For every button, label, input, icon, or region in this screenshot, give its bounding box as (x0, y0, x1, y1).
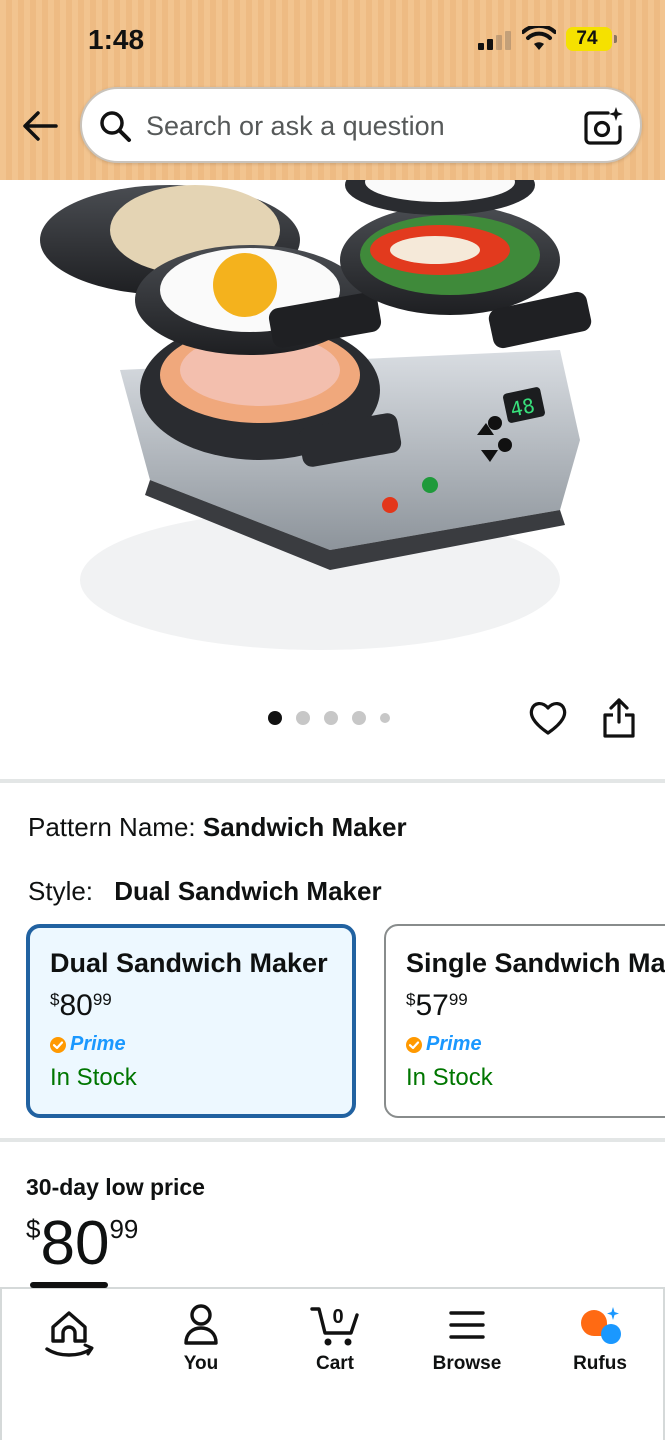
nav-label: Rufus (573, 1353, 627, 1374)
prime-badge: Prime (406, 1033, 665, 1056)
pattern-value: Sandwich Maker (202, 812, 407, 842)
style-label: Style: (28, 876, 94, 906)
search-bar[interactable] (80, 87, 642, 163)
image-carousel-dots[interactable] (268, 710, 390, 726)
nav-label: You (183, 1353, 219, 1374)
prime-badge: Prime (50, 1033, 328, 1056)
display-readout: 48 (508, 393, 537, 421)
back-arrow-icon[interactable] (20, 106, 60, 146)
carousel-dot[interactable] (352, 711, 366, 725)
wifi-icon (522, 26, 556, 50)
active-tab-indicator (30, 1282, 108, 1288)
option-price: $5799 (406, 989, 468, 1022)
share-icon[interactable] (600, 696, 638, 740)
product-page: 1:48 74 Search or ask a question 48 Patt… (0, 0, 665, 1440)
product-image[interactable]: 48 (0, 180, 665, 660)
style-option-dual[interactable]: Dual Sandwich Maker $8099 Prime In Stock (26, 924, 356, 1118)
option-name: Dual Sandwich Maker (50, 948, 328, 978)
product-price: $8099 (26, 1209, 139, 1278)
menu-icon (449, 1311, 485, 1339)
carousel-dot[interactable] (296, 711, 310, 725)
style-option-single[interactable]: Single Sandwich Maker $5799 Prime In Sto… (384, 924, 665, 1118)
prime-check-icon (50, 1036, 66, 1053)
home-icon (45, 1311, 94, 1357)
option-name: Single Sandwich Maker (406, 948, 665, 978)
price-label: 30-day low price (26, 1174, 205, 1200)
bottom-nav: You 0 Cart Browse Rufus (0, 1282, 665, 1440)
cell-signal-icon (478, 30, 514, 50)
carousel-dot[interactable] (268, 711, 282, 725)
carousel-dot[interactable] (380, 713, 390, 723)
section-divider (0, 1138, 665, 1142)
search-icon (100, 111, 131, 142)
pattern-name-row: Pattern Name: Sandwich Maker (28, 812, 407, 843)
battery-indicator: 74 (566, 27, 617, 51)
status-time: 1:48 (88, 24, 145, 55)
person-icon (184, 1304, 218, 1345)
carousel-dot[interactable] (324, 711, 338, 725)
stock-status: In Stock (406, 1064, 493, 1091)
rufus-icon (581, 1307, 621, 1344)
camera-search-icon[interactable] (582, 105, 624, 147)
style-value: Dual Sandwich Maker (114, 876, 382, 906)
pattern-label: Pattern Name: (28, 812, 196, 842)
nav-label: Cart (315, 1353, 354, 1374)
search-input[interactable] (146, 103, 566, 149)
nav-home[interactable] (14, 1303, 124, 1413)
heart-icon[interactable] (528, 698, 568, 738)
section-divider (0, 779, 665, 783)
nav-you[interactable]: You (146, 1303, 256, 1413)
nav-browse[interactable]: Browse (412, 1303, 522, 1413)
nav-label: Browse (432, 1353, 502, 1374)
cart-count: 0 (332, 1306, 343, 1328)
style-row: Style: Dual Sandwich Maker (28, 876, 382, 907)
prime-check-icon (406, 1036, 422, 1053)
cart-icon: 0 (310, 1306, 359, 1346)
stock-status: In Stock (50, 1064, 137, 1091)
header: 1:48 74 (0, 0, 665, 180)
nav-cart[interactable]: 0 Cart (280, 1303, 390, 1413)
option-price: $8099 (50, 989, 112, 1022)
nav-rufus[interactable]: Rufus (545, 1303, 655, 1413)
